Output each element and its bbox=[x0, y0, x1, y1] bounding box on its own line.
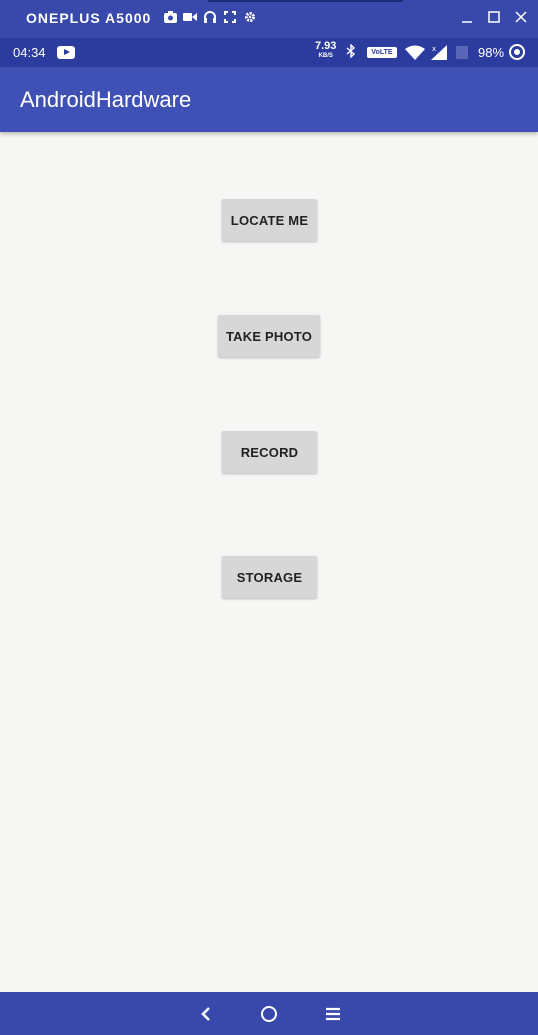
gear-icon[interactable] bbox=[243, 11, 257, 25]
battery-level: 98% bbox=[478, 45, 505, 60]
network-speed: 7.93 KB/S bbox=[315, 41, 336, 61]
network-speed-unit: KB/S bbox=[318, 53, 333, 59]
youtube-icon bbox=[57, 46, 75, 59]
home-icon[interactable] bbox=[258, 1004, 280, 1024]
headphones-icon[interactable] bbox=[203, 11, 217, 25]
no-sim-icon bbox=[456, 46, 468, 59]
window-tools bbox=[163, 11, 257, 25]
bluetooth-icon bbox=[346, 43, 356, 61]
signal-icon: x bbox=[431, 45, 447, 63]
camera-icon[interactable] bbox=[163, 11, 177, 25]
window-title-bar: ONEPLUS A5000 bbox=[0, 0, 538, 38]
menu-icon[interactable] bbox=[322, 1004, 344, 1024]
record-button[interactable]: RECORD bbox=[222, 431, 317, 473]
wifi-icon bbox=[405, 45, 425, 63]
app-title: AndroidHardware bbox=[20, 87, 192, 112]
navigation-bar bbox=[0, 992, 538, 1035]
status-time: 04:34 bbox=[13, 45, 46, 60]
storage-button[interactable]: STORAGE bbox=[222, 556, 317, 598]
device-name: ONEPLUS A5000 bbox=[26, 10, 152, 26]
close-icon[interactable] bbox=[514, 9, 528, 25]
window-controls bbox=[460, 9, 528, 25]
network-speed-value: 7.93 bbox=[315, 40, 337, 52]
video-icon[interactable] bbox=[183, 11, 197, 25]
record-indicator-icon bbox=[509, 44, 525, 60]
maximize-icon[interactable] bbox=[487, 9, 501, 25]
svg-text:x: x bbox=[432, 45, 436, 53]
locate-me-button[interactable]: LOCATE ME bbox=[222, 199, 317, 241]
take-photo-button[interactable]: TAKE PHOTO bbox=[218, 315, 320, 357]
window-accent-line bbox=[208, 0, 403, 2]
fullscreen-icon[interactable] bbox=[223, 11, 237, 25]
back-icon[interactable] bbox=[195, 1004, 217, 1024]
app-bar: AndroidHardware bbox=[0, 67, 538, 132]
volte-badge: VoLTE bbox=[367, 47, 397, 58]
minimize-icon[interactable] bbox=[460, 9, 474, 25]
status-bar: 04:34 7.93 KB/S VoLTE x 98% bbox=[0, 38, 538, 67]
main-content: LOCATE ME TAKE PHOTO RECORD STORAGE bbox=[0, 132, 538, 992]
